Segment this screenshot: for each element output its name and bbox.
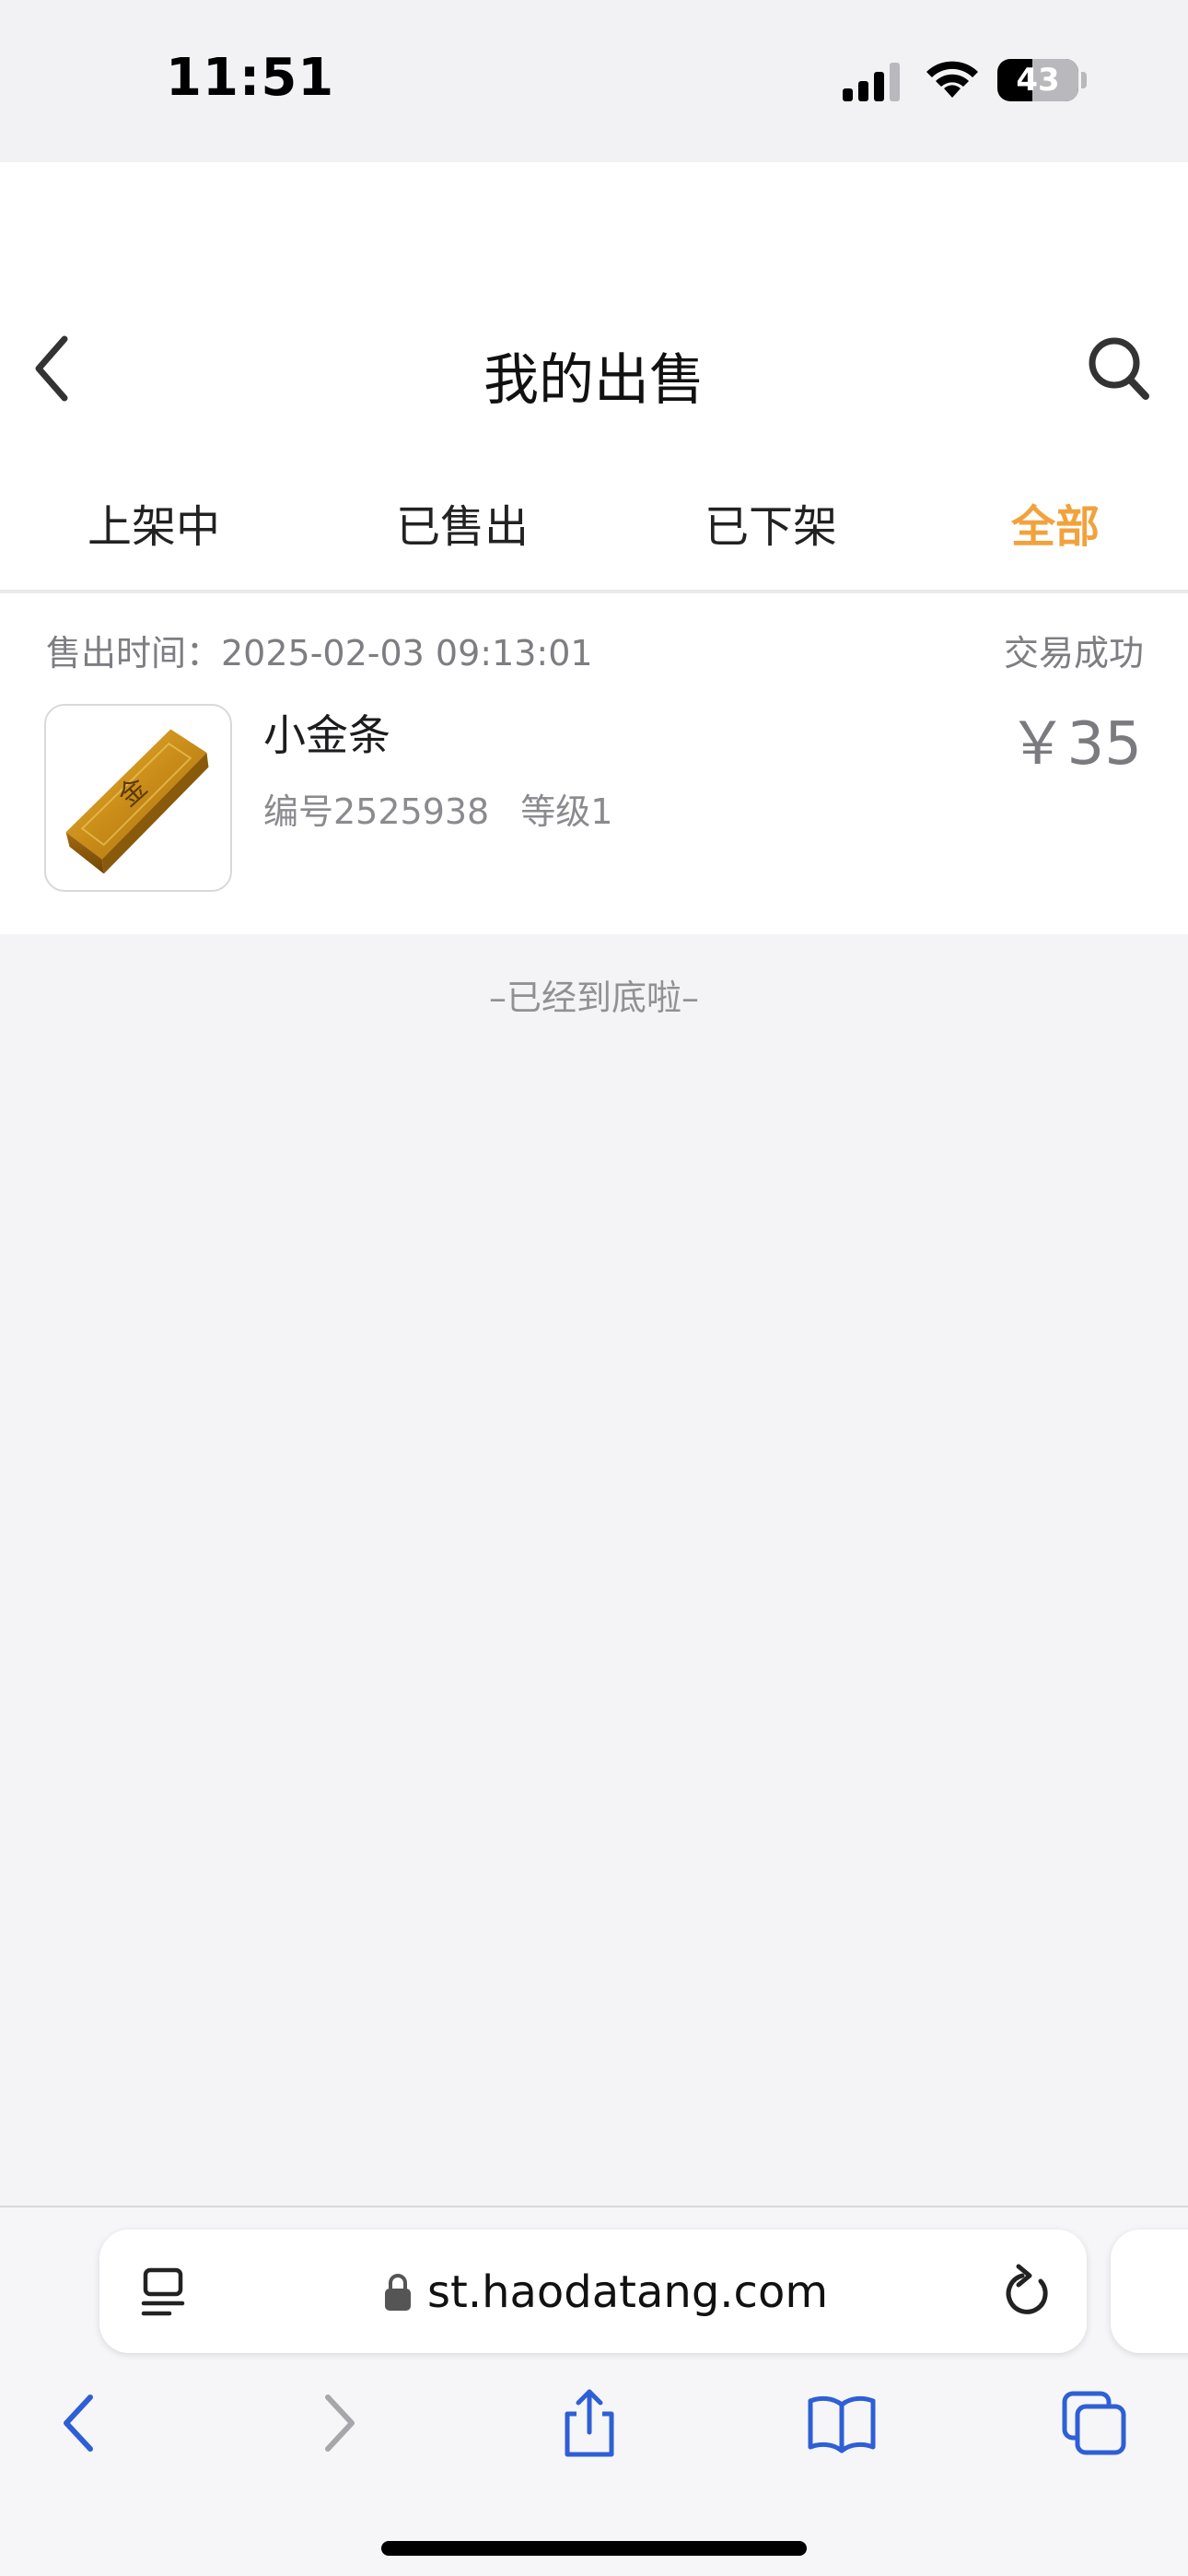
cellular-signal-icon — [843, 63, 900, 101]
battery-cap — [1081, 72, 1087, 88]
tab-delisted[interactable]: 已下架 — [705, 490, 837, 555]
order-card[interactable]: 售出时间：2025-02-03 09:13:01 交易成功 金 小金条 编号25… — [0, 593, 1188, 934]
page: 11:51 43 我的出售 上架中 已售出 已下架 全部 售出时间：2025-0… — [0, 0, 1188, 2576]
gold-bar-icon: 金 — [65, 729, 209, 874]
tab-sold[interactable]: 已售出 — [396, 490, 529, 555]
item-name: 小金条 — [263, 710, 390, 760]
tabs-icon[interactable] — [1057, 2386, 1131, 2460]
wifi-icon — [926, 61, 978, 98]
item-id: 编号2525938 — [263, 791, 490, 832]
tab-listed[interactable]: 上架中 — [87, 490, 220, 555]
battery-icon: 43 — [997, 59, 1078, 101]
filter-tabs: 上架中 已售出 已下架 全部 — [0, 479, 1188, 590]
back-icon[interactable] — [44, 2386, 118, 2460]
reader-icon[interactable] — [138, 2265, 193, 2320]
tab-all[interactable]: 全部 — [1011, 490, 1100, 555]
home-indicator — [381, 2541, 807, 2556]
item-thumbnail[interactable]: 金 — [44, 704, 232, 892]
bookmarks-icon[interactable] — [805, 2386, 879, 2460]
next-tab-preview[interactable] — [1111, 2230, 1188, 2353]
battery-level: 43 — [1016, 62, 1060, 99]
search-icon[interactable] — [1087, 334, 1151, 402]
item-level: 等级1 — [520, 791, 613, 832]
sold-time: 售出时间：2025-02-03 09:13:01 — [46, 633, 593, 673]
forward-icon[interactable] — [300, 2386, 374, 2460]
reload-icon[interactable] — [1000, 2261, 1054, 2322]
status-bar: 11:51 43 — [0, 0, 1188, 162]
lock-icon — [385, 2274, 411, 2311]
share-icon[interactable] — [553, 2386, 626, 2460]
end-of-list-note: –已经到底啦– — [488, 978, 699, 1018]
url-text[interactable]: st.haodatang.com — [427, 2266, 828, 2318]
status-time: 11:51 — [166, 48, 335, 108]
item-price: ￥35 — [1007, 710, 1142, 779]
item-meta: 编号2525938 等级1 — [263, 783, 612, 834]
order-status: 交易成功 — [1003, 633, 1144, 673]
page-title: 我的出售 — [483, 348, 705, 413]
